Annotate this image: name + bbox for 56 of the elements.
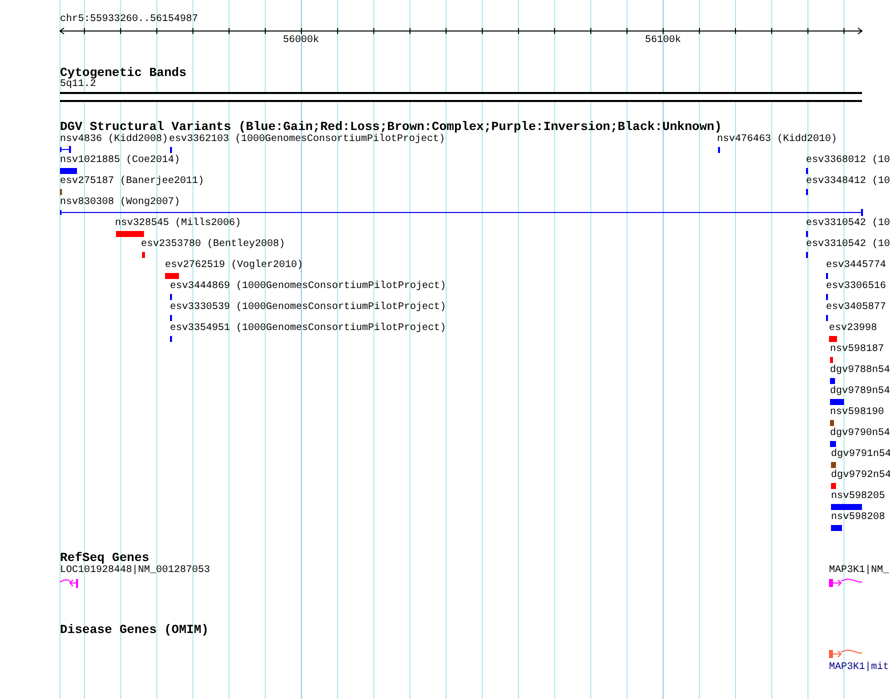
track-title: DGV Structural Variants (Blue:Gain;Red:Loss;Brown:Complex;Purple:Inversion;Black:Unknown) bbox=[60, 121, 722, 134]
variant-label[interactable]: dgv9790n54 bbox=[830, 428, 890, 440]
variant-label[interactable]: esv3310542 (10 bbox=[806, 218, 890, 230]
variant-label[interactable]: nsv598187 bbox=[830, 344, 884, 356]
variant-label[interactable]: esv3405877 bbox=[826, 302, 886, 314]
variant-bar[interactable] bbox=[830, 399, 844, 405]
variant-label[interactable]: esv3310542 (10 bbox=[806, 239, 890, 251]
variant-bar[interactable] bbox=[830, 357, 833, 363]
disease-gene-drawing[interactable] bbox=[829, 649, 863, 659]
variant-label[interactable]: nsv830308 (Wong2007) bbox=[60, 197, 180, 209]
variant-label[interactable]: nsv4836 (Kidd2008) bbox=[60, 134, 168, 146]
variant-bar[interactable] bbox=[829, 336, 837, 342]
variant-label[interactable]: esv3354951 (1000GenomesConsortiumPilotProject) bbox=[170, 323, 446, 335]
gene-arrow-drawing[interactable] bbox=[829, 578, 863, 588]
tick-label: 56000k bbox=[283, 35, 320, 47]
variant-label[interactable]: esv2353780 (Bentley2008) bbox=[141, 239, 286, 251]
variant-bar[interactable] bbox=[830, 378, 835, 384]
variant-bar[interactable] bbox=[830, 420, 834, 426]
variant-span[interactable] bbox=[60, 209, 863, 216]
variant-bar[interactable] bbox=[830, 441, 836, 447]
region-label: chr5:55933260..56154987 bbox=[60, 14, 198, 26]
variant-bar[interactable] bbox=[165, 273, 179, 279]
variant-label[interactable]: esv3306516 bbox=[826, 281, 886, 293]
tick-label: 56100k bbox=[645, 35, 682, 47]
variant-label[interactable]: nsv328545 (Mills2006) bbox=[115, 218, 242, 230]
variant-label[interactable]: dgv9789n54 bbox=[830, 386, 890, 398]
variant-label[interactable]: esv3368012 (10 bbox=[806, 155, 890, 167]
variant-bar[interactable] bbox=[60, 168, 77, 174]
track-title: RefSeq Genes bbox=[60, 552, 150, 565]
variant-label[interactable]: esv23998 bbox=[829, 323, 878, 335]
band-label: 5q11.2 bbox=[60, 79, 96, 91]
track-title: Disease Genes (OMIM) bbox=[60, 624, 209, 637]
variant-label[interactable]: esv3362103 (1000GenomesConsortiumPilotProject) bbox=[169, 134, 446, 146]
variant-label[interactable]: nsv476463 (Kidd2010) bbox=[717, 134, 838, 146]
variant-label[interactable]: esv3348412 (10 bbox=[806, 176, 890, 188]
variant-label[interactable]: dgv9788n54 bbox=[830, 365, 890, 377]
variant-label[interactable]: esv3330539 (1000GenomesConsortiumPilotProject) bbox=[170, 302, 446, 314]
variant-bar[interactable] bbox=[831, 483, 836, 489]
gene-label: LOC101928448|NM_001287053 bbox=[60, 565, 210, 577]
variant-bar[interactable] bbox=[831, 504, 862, 510]
variant-label[interactable]: esv2762519 (Vogler2010) bbox=[165, 260, 304, 272]
track-title: Cytogenetic Bands bbox=[60, 67, 186, 80]
variant-bar[interactable] bbox=[142, 252, 145, 258]
variant-span[interactable] bbox=[60, 146, 71, 153]
gene-label: MAP3K1|NM_ bbox=[829, 565, 890, 577]
variant-label[interactable]: esv3445774 bbox=[826, 260, 886, 272]
variant-bar[interactable] bbox=[831, 525, 842, 531]
variant-label[interactable]: nsv598190 bbox=[830, 407, 884, 419]
variant-label[interactable]: esv3444869 (1000GenomesConsortiumPilotProject) bbox=[170, 281, 446, 293]
variant-label[interactable]: nsv598205 bbox=[831, 491, 886, 503]
variant-label[interactable]: esv275187 (Banerjee2011) bbox=[60, 176, 204, 188]
variant-bar[interactable] bbox=[116, 231, 144, 237]
variant-label[interactable]: nsv598208 bbox=[831, 512, 886, 524]
disease-gene-link[interactable]: MAP3K1|mit bbox=[829, 662, 890, 674]
variant-bar[interactable] bbox=[831, 462, 836, 468]
variant-label[interactable]: nsv1021885 (Coe2014) bbox=[60, 155, 180, 167]
